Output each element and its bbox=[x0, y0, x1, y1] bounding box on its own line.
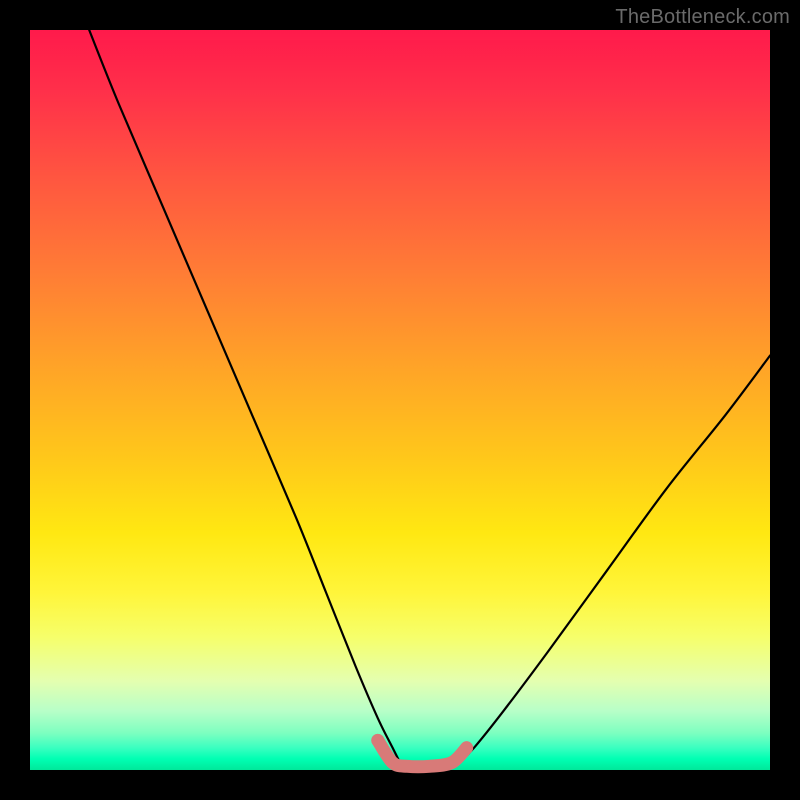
valley-dot-right bbox=[460, 741, 473, 754]
bottleneck-curve-left bbox=[89, 30, 400, 763]
watermark-text: TheBottleneck.com bbox=[615, 6, 790, 29]
bottleneck-curve-right bbox=[459, 356, 770, 763]
chart-svg bbox=[30, 30, 770, 770]
valley-dot-left bbox=[371, 734, 384, 747]
chart-frame: TheBottleneck.com bbox=[0, 0, 800, 800]
